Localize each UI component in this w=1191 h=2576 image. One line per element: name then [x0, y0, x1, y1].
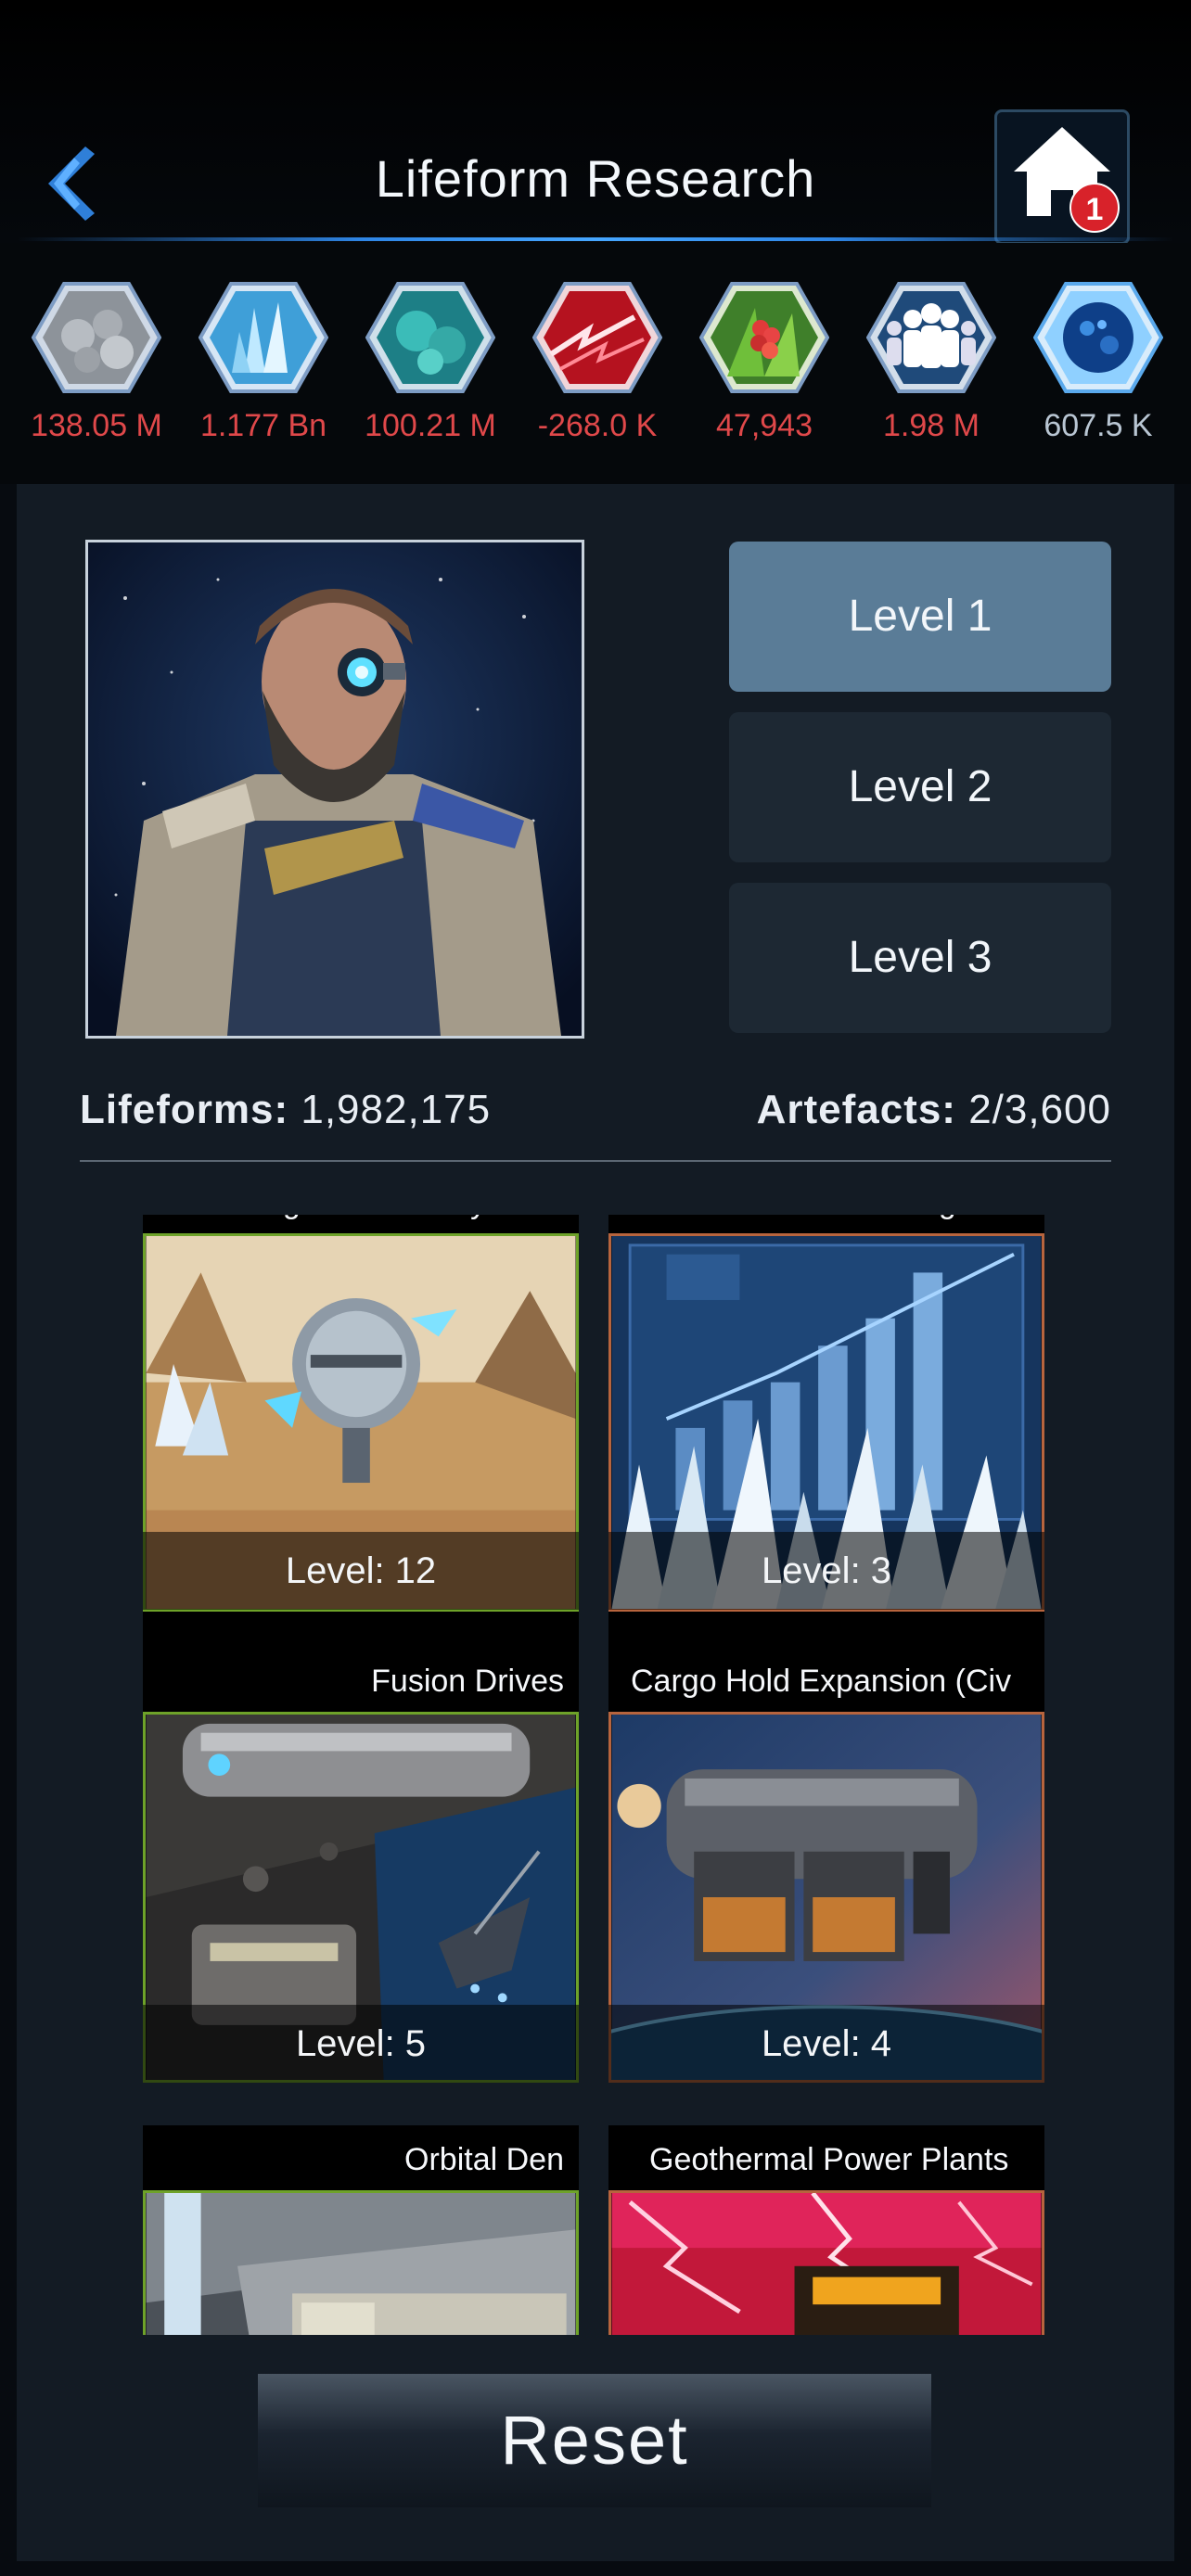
- resource-crystal[interactable]: 1.177 Bn: [180, 280, 347, 444]
- lifeforms-value: 1,982,175: [301, 1087, 492, 1132]
- card-level: Level: 3: [608, 1532, 1044, 1610]
- resource-population[interactable]: 1.98 M: [848, 280, 1015, 444]
- research-card-fusion-drives[interactable]: Fusion Drives Level: 5: [143, 1647, 579, 2083]
- research-card-acoustic-scanning[interactable]: Acoustic Scanning Level: 3: [608, 1215, 1044, 1658]
- card-title: Geothermal Power Plants: [608, 2125, 1044, 2190]
- resource-value: 138.05 M: [31, 408, 162, 443]
- artefacts-label: Artefacts:: [756, 1087, 956, 1132]
- card-level: Level: 5: [143, 2005, 579, 2083]
- resource-energy[interactable]: -268.0 K: [514, 280, 681, 444]
- lifeforms-label: Lifeforms:: [80, 1087, 289, 1132]
- food-icon: [699, 282, 829, 393]
- reset-button[interactable]: Reset: [258, 2374, 931, 2507]
- lifeforms-stat: Lifeforms: 1,982,175: [80, 1087, 491, 1133]
- resource-value: 100.21 M: [365, 408, 496, 443]
- level-2-button[interactable]: Level 2: [729, 712, 1111, 862]
- notification-badge: 1: [1069, 183, 1120, 233]
- level-3-button[interactable]: Level 3: [729, 883, 1111, 1033]
- research-grid[interactable]: Intergalactic Envoys Level: 12 Acoustic …: [143, 1215, 1048, 2335]
- card-title: Orbital Den: [143, 2125, 579, 2190]
- level-1-button[interactable]: Level 1: [729, 542, 1111, 692]
- resource-value: -268.0 K: [537, 408, 658, 443]
- resource-dark-matter[interactable]: 607.5 K: [1015, 280, 1182, 444]
- card-level: Level: 12: [143, 1532, 579, 1610]
- resource-value: 607.5 K: [1044, 408, 1153, 443]
- research-card-geothermal-power-plants[interactable]: Geothermal Power Plants: [608, 2125, 1044, 2335]
- card-title: Acoustic Scanning: [608, 1215, 1044, 1233]
- card-title: Cargo Hold Expansion (Civ: [608, 1647, 1044, 1712]
- card-image: [143, 2190, 579, 2335]
- resource-value: 1.98 M: [883, 408, 980, 443]
- research-card-cargo-hold-expansion[interactable]: Cargo Hold Expansion (Civ Level: 4: [608, 1647, 1044, 2083]
- lifeform-portrait: [85, 540, 584, 1039]
- artefacts-value: 2/3,600: [968, 1087, 1111, 1132]
- card-image: [608, 2190, 1044, 2335]
- resource-value: 1.177 Bn: [199, 408, 327, 443]
- research-card-orbital-den[interactable]: Orbital Den: [143, 2125, 579, 2335]
- stats-divider: [80, 1160, 1111, 1162]
- card-title: Fusion Drives: [143, 1647, 579, 1712]
- resource-value: 47,943: [716, 408, 813, 443]
- home-button[interactable]: 1: [994, 109, 1130, 245]
- card-level: Level: 4: [608, 2005, 1044, 2083]
- research-card-intergalactic-envoys[interactable]: Intergalactic Envoys Level: 12: [143, 1215, 579, 1658]
- dark-matter-icon: [1033, 282, 1163, 393]
- top-bar: Lifeform Research 1: [0, 0, 1191, 245]
- population-icon: [866, 282, 996, 393]
- card-title: Intergalactic Envoys: [143, 1215, 579, 1233]
- resource-bar: 138.05 M 1.177 Bn 100.21 M -268.0 K 47,9…: [0, 243, 1191, 484]
- resource-metal[interactable]: 138.05 M: [13, 280, 180, 444]
- resource-food[interactable]: 47,943: [681, 280, 848, 444]
- metal-icon: [32, 282, 161, 393]
- artefacts-stat: Artefacts: 2/3,600: [757, 1087, 1111, 1133]
- header-divider: [17, 237, 1174, 241]
- crystal-icon: [198, 282, 328, 393]
- resource-deuterium[interactable]: 100.21 M: [347, 280, 514, 444]
- energy-icon: [532, 282, 662, 393]
- deuterium-icon: [365, 282, 495, 393]
